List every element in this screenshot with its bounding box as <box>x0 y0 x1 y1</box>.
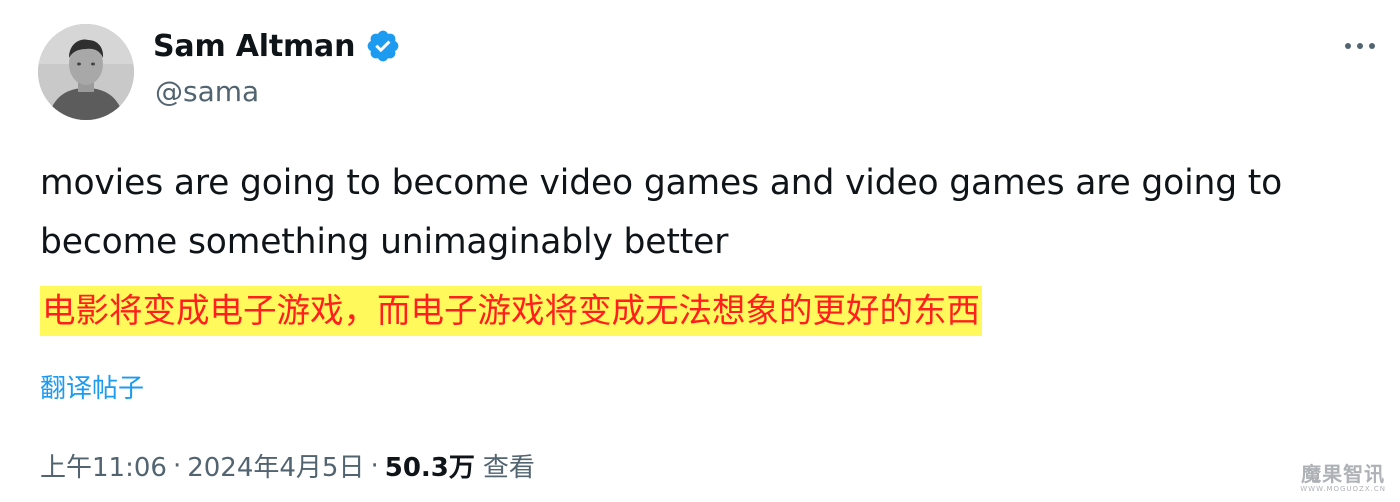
avatar[interactable] <box>38 24 134 120</box>
tweet-metadata: 上午11:06 · 2024年4月5日 · 50.3万 查看 <box>40 447 535 484</box>
meta-separator: · <box>370 450 379 481</box>
more-options-button[interactable] <box>1338 34 1382 58</box>
tweet-card: Sam Altman @sama movies are going to bec… <box>0 0 1400 502</box>
author-display-name[interactable]: Sam Altman <box>153 29 355 64</box>
tweet-text: movies are going to become video games a… <box>40 163 1283 262</box>
translation-overlay-text: 电影将变成电子游戏，而电子游戏将变成无法想象的更好的东西 <box>40 286 982 336</box>
tweet-time[interactable]: 上午11:06 <box>40 447 167 484</box>
translation-overlay: 电影将变成电子游戏，而电子游戏将变成无法想象的更好的东西 <box>40 286 982 336</box>
views-label: 查看 <box>482 453 535 483</box>
tweet-date[interactable]: 2024年4月5日 <box>187 447 364 484</box>
views-count: 50.3万 <box>384 453 475 483</box>
author-handle[interactable]: @sama <box>155 75 259 108</box>
translate-post-link[interactable]: 翻译帖子 <box>40 368 144 405</box>
more-horizontal-icon <box>1345 43 1375 49</box>
verified-badge-icon <box>365 28 401 64</box>
meta-separator: · <box>172 450 182 481</box>
author-name-row: Sam Altman <box>153 22 401 70</box>
avatar-photo <box>38 24 134 120</box>
watermark: 魔果智讯 WWW.MOGUOZX.CN <box>1300 463 1386 494</box>
watermark-sub: WWW.MOGUOZX.CN <box>1300 485 1386 493</box>
watermark-main: 魔果智讯 <box>1301 462 1386 486</box>
